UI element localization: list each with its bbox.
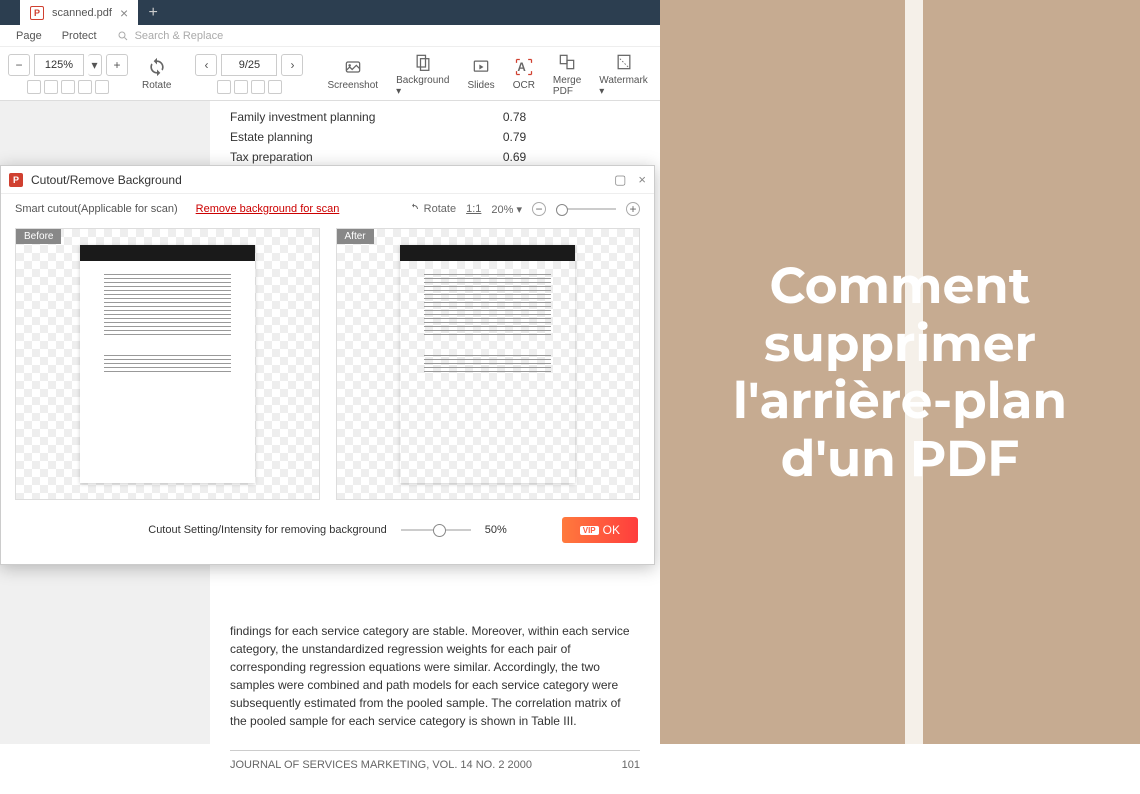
watermark-icon (613, 51, 635, 73)
view-mode-1-icon[interactable] (61, 80, 75, 94)
screenshot-button[interactable]: Screenshot (323, 56, 382, 91)
svg-text:A: A (517, 61, 526, 74)
close-dialog-icon[interactable]: × (638, 172, 646, 188)
dialog-title: Cutout/Remove Background (31, 173, 182, 187)
preview-before: Before (15, 228, 320, 500)
table-row: Tax preparation0.69 (230, 147, 546, 167)
zoom-slider[interactable] (556, 208, 616, 210)
new-tab-button[interactable]: + (138, 0, 168, 25)
view-mode-2-icon[interactable] (78, 80, 92, 94)
rotate-button[interactable]: Rotate (138, 56, 175, 91)
ok-button[interactable]: VIP OK (562, 517, 638, 543)
ratio-label[interactable]: 1:1 (466, 203, 481, 215)
layout-3-icon[interactable] (251, 80, 265, 94)
search-placeholder: Search & Replace (135, 30, 224, 42)
watermark-button[interactable]: Watermark ▾ (595, 51, 652, 97)
before-badge: Before (16, 229, 61, 244)
screenshot-icon (342, 56, 364, 78)
page-counter[interactable]: 9/25 (221, 54, 277, 76)
background-button[interactable]: Background ▾ (392, 51, 453, 97)
rotate-icon (408, 203, 420, 215)
intensity-value: 50% (485, 524, 507, 536)
after-badge: After (337, 229, 374, 244)
menu-protect[interactable]: Protect (62, 30, 97, 42)
tab-filename: scanned.pdf (52, 7, 112, 19)
close-icon[interactable]: × (120, 5, 128, 21)
background-icon (412, 51, 434, 73)
minimize-icon[interactable]: ▢ (614, 172, 626, 188)
headline: Comment supprimer l'arrière-plan d'un PD… (660, 257, 1140, 487)
footer-journal: JOURNAL OF SERVICES MARKETING, VOL. 14 N… (230, 757, 532, 774)
zoom-out-button[interactable]: − (8, 54, 30, 76)
vip-badge: VIP (580, 526, 599, 535)
next-page-button[interactable]: › (281, 54, 303, 76)
file-tab[interactable]: P scanned.pdf × (20, 0, 138, 25)
merge-icon (556, 51, 578, 73)
body-paragraph: findings for each service category are s… (230, 622, 640, 730)
zoom-dropdown-icon[interactable]: ▾ (88, 54, 102, 76)
preview-after: After (336, 228, 641, 500)
zoom-in-preview-icon[interactable]: + (626, 202, 640, 216)
tab-remove-background[interactable]: Remove background for scan (196, 203, 340, 215)
tab-smart-cutout[interactable]: Smart cutout(Applicable for scan) (15, 203, 178, 215)
rotate-icon (146, 56, 168, 78)
pdf-app-icon: P (30, 6, 44, 20)
layout-4-icon[interactable] (268, 80, 282, 94)
search-icon (117, 30, 129, 42)
zoom-in-button[interactable]: + (106, 54, 128, 76)
intensity-slider[interactable] (401, 529, 471, 531)
table-row: Family investment planning0.78 (230, 107, 546, 127)
fit-width-icon[interactable] (44, 80, 58, 94)
view-mode-3-icon[interactable] (95, 80, 109, 94)
cutout-dialog: P Cutout/Remove Background ▢ × Smart cut… (0, 165, 655, 565)
ocr-button[interactable]: A OCR (509, 56, 539, 91)
slides-button[interactable]: Slides (463, 56, 498, 91)
layout-1-icon[interactable] (217, 80, 231, 94)
menu-page[interactable]: Page (16, 30, 42, 42)
table-row: Estate planning0.79 (230, 127, 546, 147)
ocr-icon: A (513, 56, 535, 78)
rotate-preview-button[interactable]: Rotate (408, 203, 456, 215)
intensity-label: Cutout Setting/Intensity for removing ba… (148, 524, 386, 536)
app-icon: P (9, 173, 23, 187)
footer-page-number: 101 (622, 757, 640, 774)
zoom-value[interactable]: 125% (34, 54, 84, 76)
search-input[interactable]: Search & Replace (117, 30, 224, 42)
slides-icon (470, 56, 492, 78)
zoom-preview-value[interactable]: 20% ▾ (491, 203, 522, 216)
merge-button[interactable]: Merge PDF (549, 51, 585, 97)
zoom-out-preview-icon[interactable]: − (532, 202, 546, 216)
fit-page-icon[interactable] (27, 80, 41, 94)
layout-2-icon[interactable] (234, 80, 248, 94)
prev-page-button[interactable]: ‹ (195, 54, 217, 76)
